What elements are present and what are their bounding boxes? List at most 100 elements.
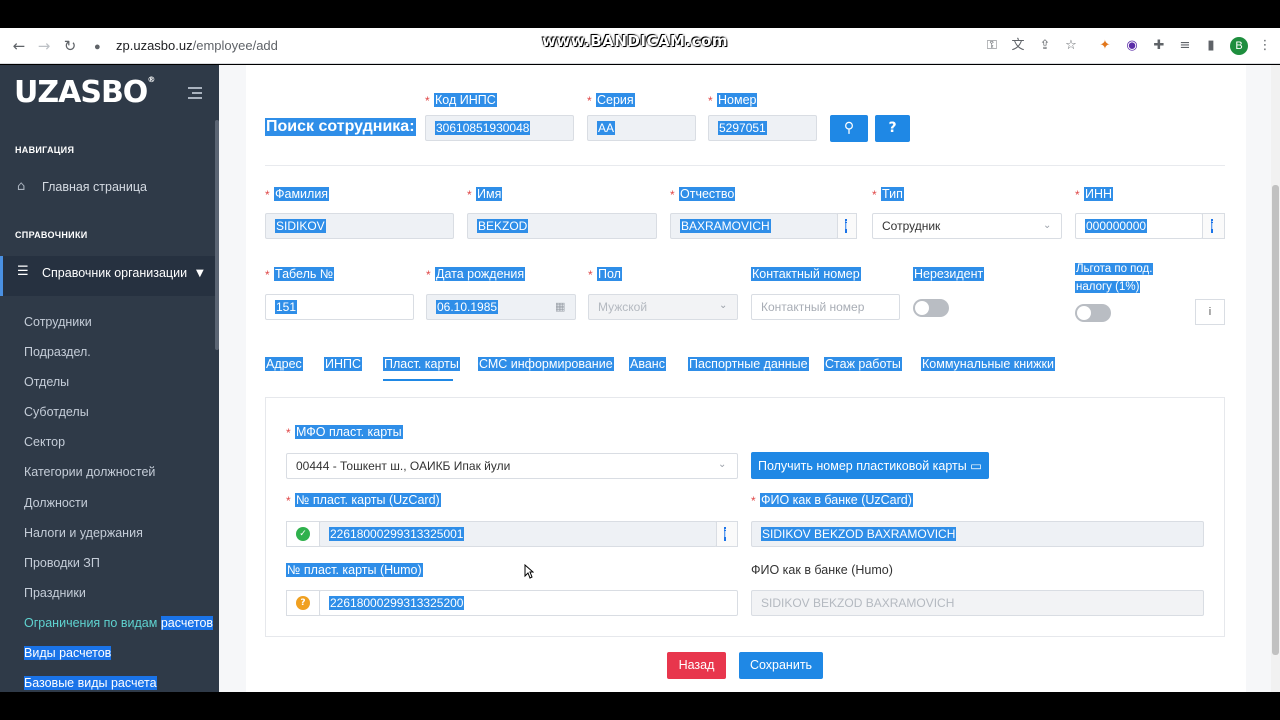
tabel-input[interactable]: 151 [265,294,414,320]
tab-address[interactable]: Адрес [265,357,303,371]
required-mark: * [425,94,430,108]
site-info-icon[interactable]: ● [94,37,108,57]
get-card-number-button[interactable]: Получить номер пластиковой карты ▭ [751,452,989,479]
sidebar-sub-base-calc[interactable]: Базовые виды расчета [24,676,157,690]
uzcard-fio-input[interactable]: SIDIKOV BEKZOD BAXRAMOVICH [751,521,1204,547]
middlename-info-addon[interactable]: i [837,213,857,239]
gender-value: Мужской [598,300,648,314]
limits-text-selected: расчетов [160,616,214,630]
calc-types-text: Виды расчетов [24,646,112,660]
help-button[interactable]: ? [875,115,910,142]
brand-logo[interactable]: UZASBO® [14,75,155,117]
series-value: AA [597,121,616,135]
middlename-input[interactable]: BAXRAMOVICH [670,213,838,239]
sidebar-sub-employees[interactable]: Сотрудники [24,315,92,329]
search-button[interactable]: ⚲ [830,115,868,142]
lastname-label: Фамилия [274,187,330,201]
type-select[interactable]: Сотрудник [872,213,1062,239]
metamask-extension-icon[interactable]: ✦ [1097,38,1113,54]
uzcard-info-addon[interactable]: i [716,521,738,547]
phone-input[interactable]: Контактный номер [751,294,900,320]
calendar-icon[interactable]: ▦ [555,300,565,313]
nonresident-toggle[interactable] [913,299,949,317]
humo-fio-label: ФИО как в банке (Humo) [751,563,893,577]
inn-input[interactable]: 000000000 [1075,213,1203,239]
tabel-value: 151 [275,300,298,314]
search-icon: ⚲ [843,120,855,136]
uzcard-label: № пласт. карты (UzCard) [295,493,441,507]
series-input[interactable]: AA [587,115,696,141]
sidebar-sub-holidays[interactable]: Праздники [24,586,86,600]
required-mark: * [872,188,877,202]
humo-status-addon: ? [286,590,320,616]
sidebar-sub-sector[interactable]: Сектор [24,435,65,449]
birthdate-input[interactable]: 06.10.1985 [426,294,576,320]
extension-circle-icon[interactable]: ◉ [1124,38,1140,54]
list-icon: ☰ [17,264,29,279]
sidebar-sub-subdepartments[interactable]: Суботделы [24,405,89,419]
back-button[interactable]: Назад [667,652,726,679]
tab-experience[interactable]: Стаж работы [824,357,902,371]
sidebar-sub-subdivisions[interactable]: Подраздел. [24,345,91,359]
sidebar-sub-departments[interactable]: Отделы [24,375,69,389]
screen-frame: ← → ↻ ● zp.uzasbo.uz/employee/add ⚿ 文 ⇪ ☆… [0,0,1280,720]
sidebar-sub-positions[interactable]: Должности [24,496,88,510]
sidebar-sub-taxes[interactable]: Налоги и удержания [24,526,143,540]
required-mark: * [751,494,756,508]
sidebar-sub-calc-types[interactable]: Виды расчетов [24,646,112,660]
gender-select[interactable]: Мужской [588,294,738,320]
nonresident-label: Нерезидент [913,267,985,281]
gender-label: Пол [597,267,622,281]
mfo-label: МФО пласт. карты [295,425,403,439]
menu-kebab-icon[interactable]: ⋮ [1257,38,1273,54]
card-icon: ▭ [970,458,983,473]
uzcard-fio-label: ФИО как в банке (UzCard) [760,493,913,507]
page-scrollbar-thumb[interactable] [1272,185,1279,655]
benefit-toggle[interactable] [1075,304,1111,322]
inps-input[interactable]: 30610851930048 [425,115,574,141]
tab-inps[interactable]: ИНПС [324,357,363,371]
profile-avatar[interactable]: B [1230,37,1248,55]
tab-passport[interactable]: Паспортные данные [688,357,809,371]
save-button[interactable]: Сохранить [739,652,823,679]
forward-arrow-icon[interactable]: → [35,37,53,55]
uzcard-input[interactable]: 2261800029931332500​1 [319,521,717,547]
back-arrow-icon[interactable]: ← [10,37,28,55]
extensions-puzzle-icon[interactable]: ✚ [1151,38,1167,54]
tab-sms[interactable]: СМС информирование [478,357,614,371]
number-input[interactable]: 5297051 [708,115,817,141]
sidebar-item-home[interactable]: Главная страница [42,180,147,194]
firstname-input[interactable]: BEKZOD [467,213,657,239]
inn-label: ИНН [1084,187,1114,201]
sidebar-item-org-ref-label: Справочник организации [42,266,188,280]
middlename-label: Отчество [679,187,736,201]
benefit-info-button[interactable]: i [1195,299,1225,325]
key-icon[interactable]: ⚿ [984,38,1000,54]
sidebar-sub-limits[interactable]: Ограничения по видам расчетов [24,616,214,630]
humo-input[interactable]: 22618000299313325200 [319,590,738,616]
active-tab-indicator [383,379,453,381]
tab-advance[interactable]: Аванс [629,357,666,371]
inn-info-addon[interactable]: i [1202,213,1225,239]
sidebar-sub-postings[interactable]: Проводки ЗП [24,556,100,570]
uzcard-value: 2261800029931332500​1 [329,527,465,541]
required-mark: * [587,94,592,108]
translate-icon[interactable]: 文 [1010,38,1026,54]
page-scrollbar[interactable] [1271,65,1280,692]
lastname-input[interactable]: SIDIKOV [265,213,454,239]
bookmark-star-icon[interactable]: ☆ [1063,38,1079,54]
tab-plastic-cards[interactable]: Пласт. карты [383,357,460,371]
reload-icon[interactable]: ↻ [61,37,79,55]
birthdate-value: 06.10.1985 [436,300,499,314]
address-bar[interactable]: ● zp.uzasbo.uz/employee/add [94,36,954,56]
tab-utility-books[interactable]: Коммунальные книжки [921,357,1055,371]
side-panel-icon[interactable]: ▮ [1203,38,1219,54]
mfo-select[interactable]: 00444 - Тошкент ш., ОАИКБ Ипак йули [286,453,738,479]
required-mark: * [708,94,713,108]
reading-list-icon[interactable]: ≡ [1177,38,1193,54]
mfo-value: 00444 - Тошкент ш., ОАИКБ Ипак йули [296,459,511,473]
menu-toggle-icon[interactable] [188,87,202,99]
share-icon[interactable]: ⇪ [1037,38,1053,54]
sidebar-sub-position-categories[interactable]: Категории должностей [24,465,155,479]
humo-fio-input[interactable]: SIDIKOV BEKZOD BAXRAMOVICH [751,590,1204,616]
